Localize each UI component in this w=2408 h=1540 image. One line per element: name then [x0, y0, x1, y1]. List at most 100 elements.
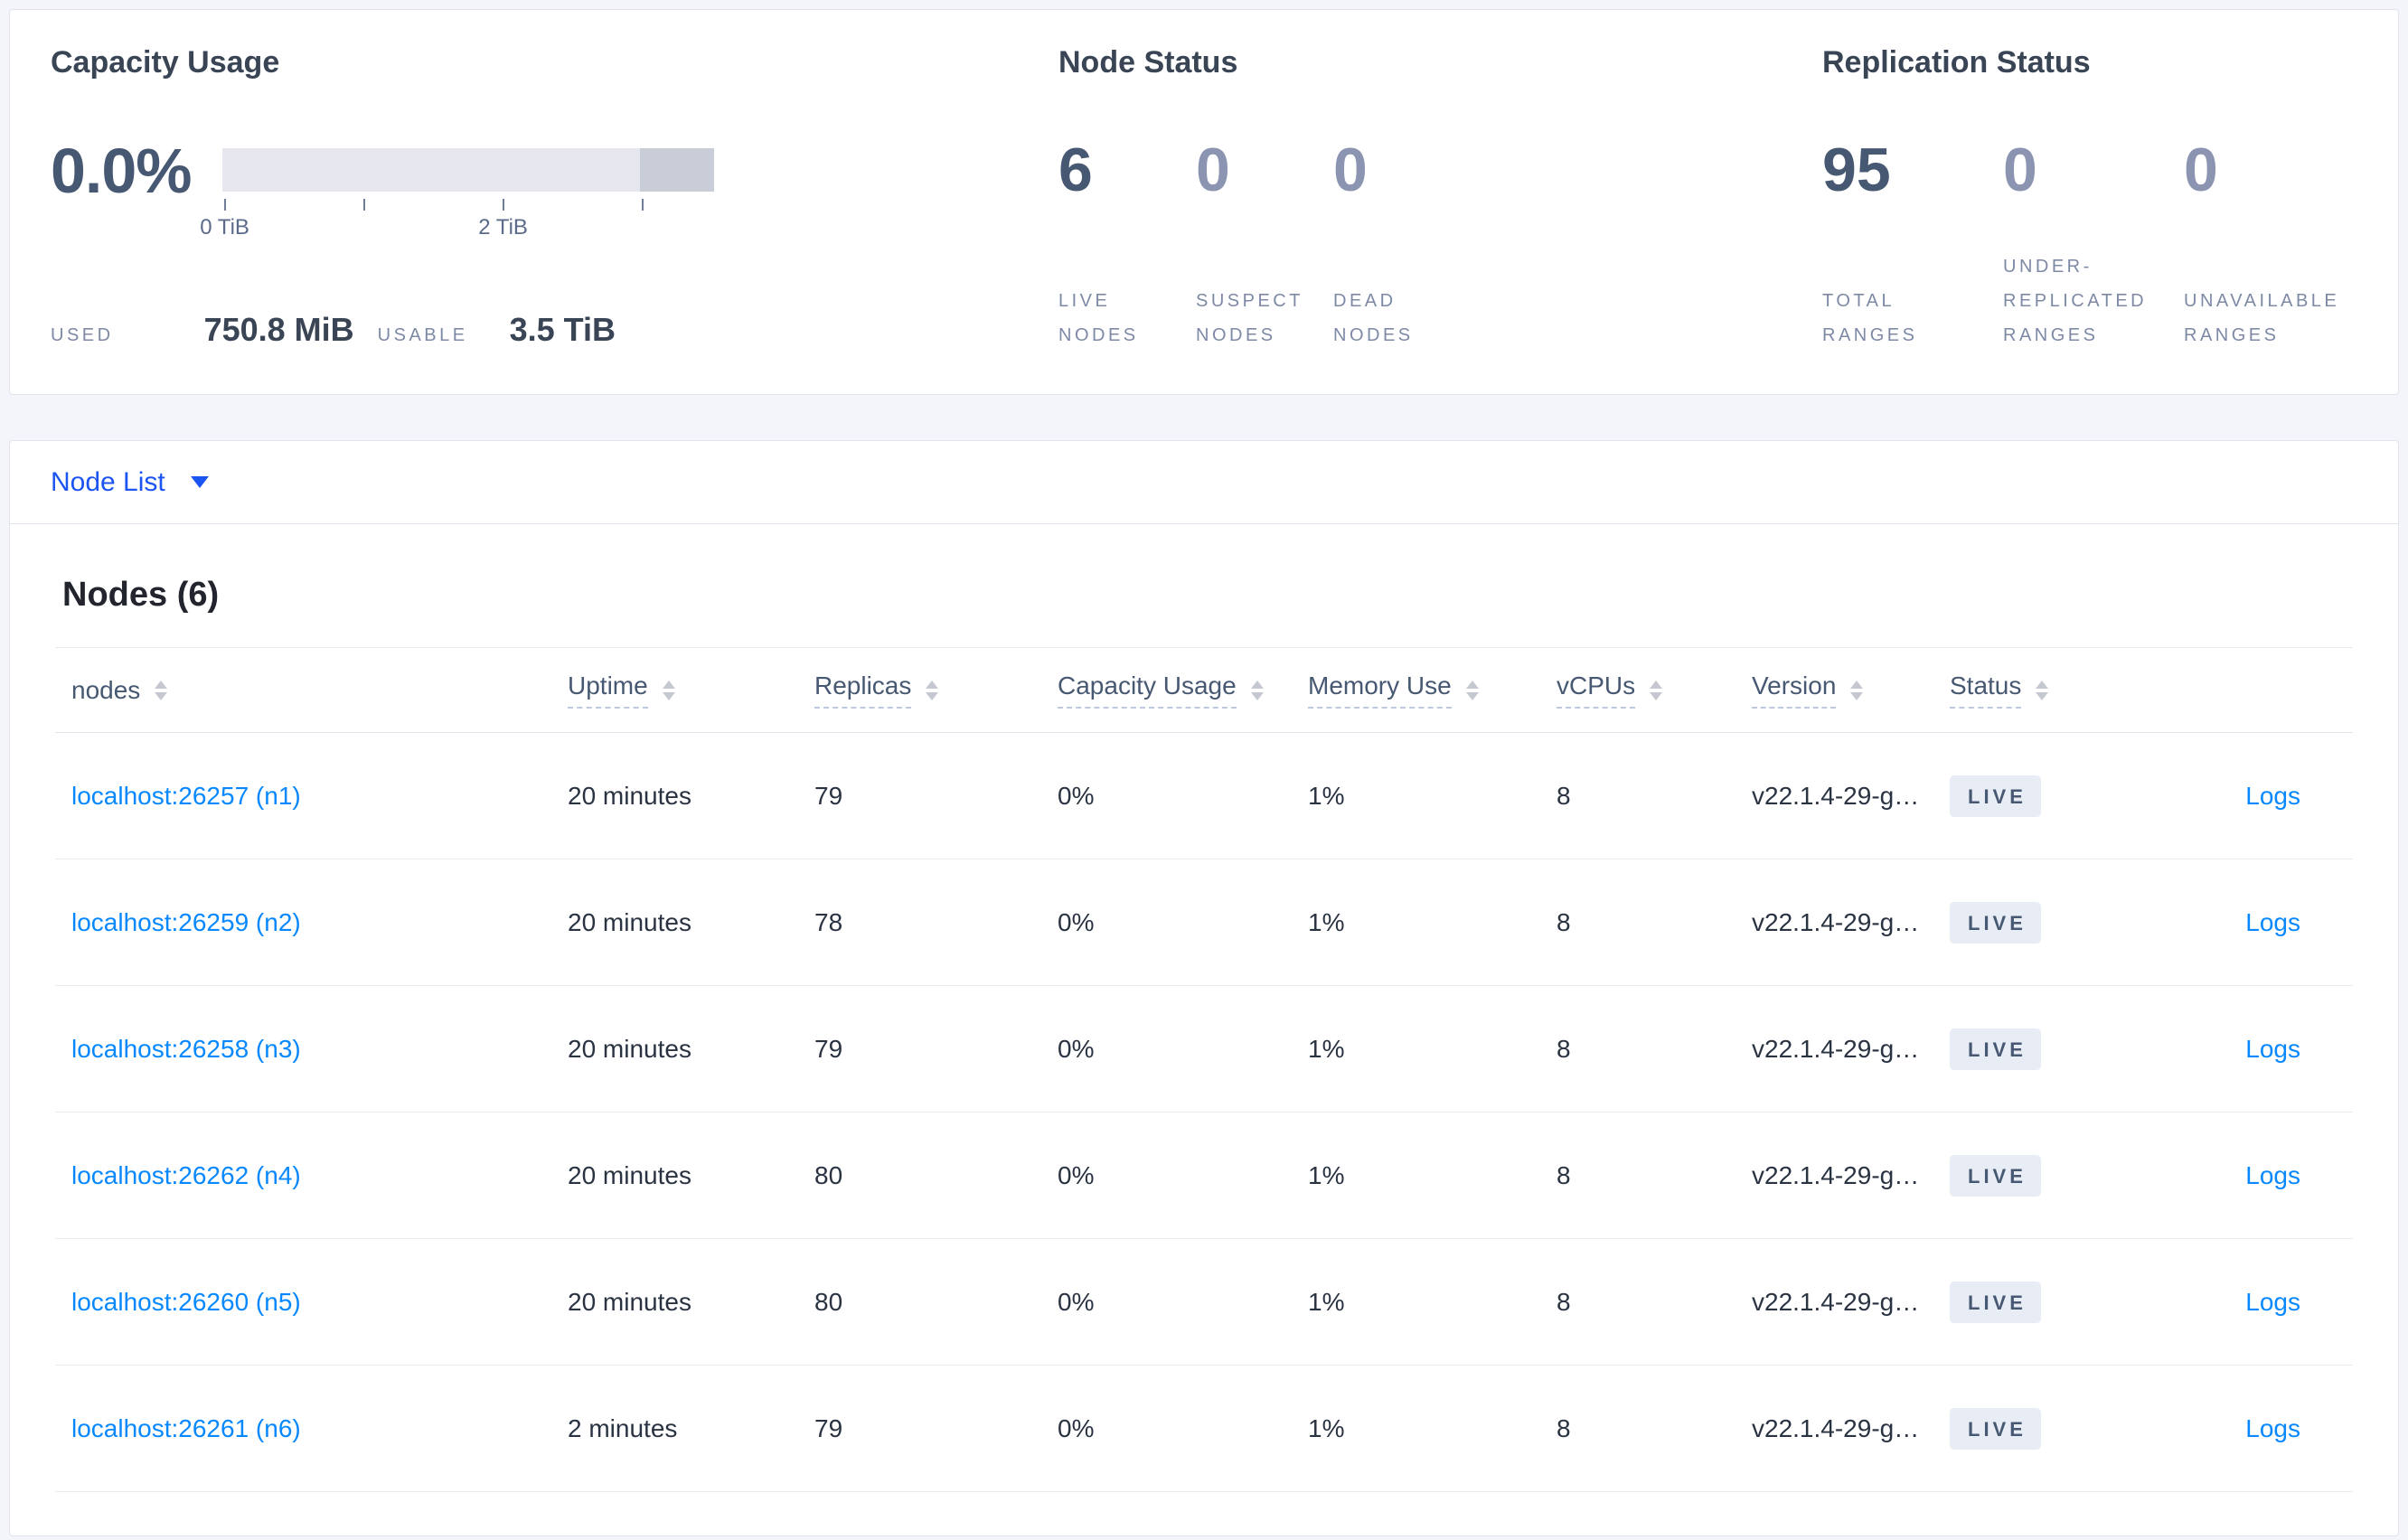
sort-asc-icon [1650, 680, 1663, 689]
column-header-label: vCPUs [1557, 671, 1636, 709]
vcpus-cell: 8 [1557, 1287, 1571, 1316]
sort-icon[interactable] [1250, 680, 1264, 700]
replication-status-panel: Replication Status 95 0 0 TOTAL RANGES UNDE… [1822, 10, 2398, 394]
stat-value: 95 [1822, 135, 1891, 204]
replicas-cell: 79 [814, 1413, 843, 1442]
uptime-cell: 20 minutes [568, 1034, 691, 1063]
status-badge: LIVE [1950, 1028, 2041, 1070]
table-header-row: nodes Uptime Replicas Capacity Usage Memory … [55, 647, 2353, 733]
node-list-card: Node List Nodes (6) nodes Uptime Replicas C… [9, 440, 2399, 1536]
node-address-link[interactable]: localhost:26257 (n1) [71, 782, 301, 810]
replicas-cell: 78 [814, 907, 843, 936]
version-cell: v22.1.4-29-g… [1752, 907, 1920, 936]
node-address-link[interactable]: localhost:26260 (n5) [71, 1288, 301, 1316]
replicas-cell: 79 [814, 1034, 843, 1063]
node-list-dropdown[interactable]: Node List [10, 441, 2398, 524]
memory-use-cell: 1% [1308, 781, 1345, 810]
sort-icon[interactable] [926, 680, 939, 700]
sort-icon[interactable] [662, 680, 675, 700]
version-cell: v22.1.4-29-g… [1752, 1413, 1920, 1442]
version-cell: v22.1.4-29-g… [1752, 1287, 1920, 1316]
column-header-uptime[interactable]: Uptime [568, 671, 814, 709]
sort-icon[interactable] [2036, 680, 2049, 700]
column-header-label: Replicas [814, 671, 912, 709]
column-header-replicas[interactable]: Replicas [814, 671, 1058, 709]
version-cell: v22.1.4-29-g… [1752, 1160, 1920, 1189]
sort-desc-icon [662, 691, 675, 700]
column-header-label: Capacity Usage [1058, 671, 1237, 709]
table-body: localhost:26257 (n1) 20 minutes 79 0% 1%… [55, 733, 2353, 1492]
vcpus-cell: 8 [1557, 1160, 1571, 1189]
version-cell: v22.1.4-29-g… [1752, 781, 1920, 810]
usable-value: 3.5 TiB [509, 311, 616, 348]
status-badge: LIVE [1950, 1407, 2041, 1450]
table-row: localhost:26261 (n6) 2 minutes 79 0% 1% … [55, 1366, 2353, 1492]
capacity-usage-cell: 0% [1058, 1160, 1095, 1189]
chevron-down-icon [190, 476, 209, 488]
table-row: localhost:26260 (n5) 20 minutes 80 0% 1%… [55, 1239, 2353, 1366]
column-header-memory-use[interactable]: Memory Use [1308, 671, 1557, 709]
usable-label: USABLE [377, 325, 468, 345]
logs-link[interactable]: Logs [2245, 1161, 2300, 1189]
table-row: localhost:26262 (n4) 20 minutes 80 0% 1%… [55, 1113, 2353, 1239]
sort-icon[interactable] [1465, 680, 1479, 700]
capacity-usage-cell: 0% [1058, 781, 1095, 810]
version-cell: v22.1.4-29-g… [1752, 1034, 1920, 1063]
axis-tick [502, 198, 504, 211]
replication-status-title: Replication Status [1822, 45, 2091, 80]
node-address-link[interactable]: localhost:26259 (n2) [71, 908, 301, 936]
logs-link[interactable]: Logs [2245, 1414, 2300, 1442]
node-address-link[interactable]: localhost:26261 (n6) [71, 1414, 301, 1442]
stat-label: DEAD NODES [1333, 291, 1414, 345]
sort-icon[interactable] [1650, 680, 1663, 700]
capacity-usage-cell: 0% [1058, 1287, 1095, 1316]
logs-link[interactable]: Logs [2245, 782, 2300, 810]
sort-desc-icon [1850, 691, 1864, 700]
capacity-usage-panel: Capacity Usage 0.0% 0 TiB 2 TiB USED 750… [10, 10, 1058, 394]
used-value: 750.8 MiB [203, 311, 354, 348]
uptime-cell: 2 minutes [568, 1413, 678, 1442]
sort-icon[interactable] [1850, 680, 1864, 700]
column-header-capacity-usage[interactable]: Capacity Usage [1058, 671, 1308, 709]
stat-value: 6 [1058, 135, 1093, 204]
vcpus-cell: 8 [1557, 1413, 1571, 1442]
vcpus-cell: 8 [1557, 1034, 1571, 1063]
memory-use-cell: 1% [1308, 1413, 1345, 1442]
logs-link[interactable]: Logs [2245, 1288, 2300, 1316]
stat-label: SUSPECT NODES [1196, 291, 1303, 345]
axis-tick-label: 0 TiB [200, 214, 249, 239]
sort-desc-icon [1465, 691, 1479, 700]
nodes-table: nodes Uptime Replicas Capacity Usage Memory … [55, 647, 2353, 1492]
stat-label: LIVE NODES [1058, 291, 1139, 345]
replicas-cell: 79 [814, 781, 843, 810]
column-header-label: Status [1950, 671, 2022, 709]
logs-link[interactable]: Logs [2245, 908, 2300, 936]
sort-icon[interactable] [155, 680, 168, 700]
node-status-panel: Node Status 6 0 0 LIVE NODES SUSPECT NODES D… [1058, 10, 1822, 394]
node-list-dropdown-label[interactable]: Node List [51, 467, 165, 498]
stat-value: 0 [1196, 135, 1230, 204]
sort-asc-icon [1250, 680, 1264, 689]
capacity-usage-cell: 0% [1058, 1413, 1095, 1442]
stat-label: UNAVAILABLE RANGES [2184, 291, 2340, 345]
sort-asc-icon [926, 680, 939, 689]
nodes-count-heading: Nodes (6) [62, 576, 220, 614]
node-address-link[interactable]: localhost:26262 (n4) [71, 1161, 301, 1189]
column-header-vcpus[interactable]: vCPUs [1557, 671, 1752, 709]
node-status-title: Node Status [1058, 45, 1238, 80]
capacity-usage-cell: 0% [1058, 907, 1095, 936]
column-header-version[interactable]: Version [1752, 671, 1950, 709]
axis-tick [362, 198, 365, 211]
uptime-cell: 20 minutes [568, 781, 691, 810]
logs-link[interactable]: Logs [2245, 1035, 2300, 1063]
node-address-link[interactable]: localhost:26258 (n3) [71, 1035, 301, 1063]
column-header-status[interactable]: Status [1950, 671, 2158, 709]
column-header-label: Uptime [568, 671, 648, 709]
column-header-nodes[interactable]: nodes [55, 676, 568, 705]
memory-use-cell: 1% [1308, 1287, 1345, 1316]
sort-asc-icon [1850, 680, 1864, 689]
axis-tick-label: 2 TiB [478, 214, 528, 239]
status-badge: LIVE [1950, 775, 2041, 817]
uptime-cell: 20 minutes [568, 1160, 691, 1189]
sort-desc-icon [926, 691, 939, 700]
